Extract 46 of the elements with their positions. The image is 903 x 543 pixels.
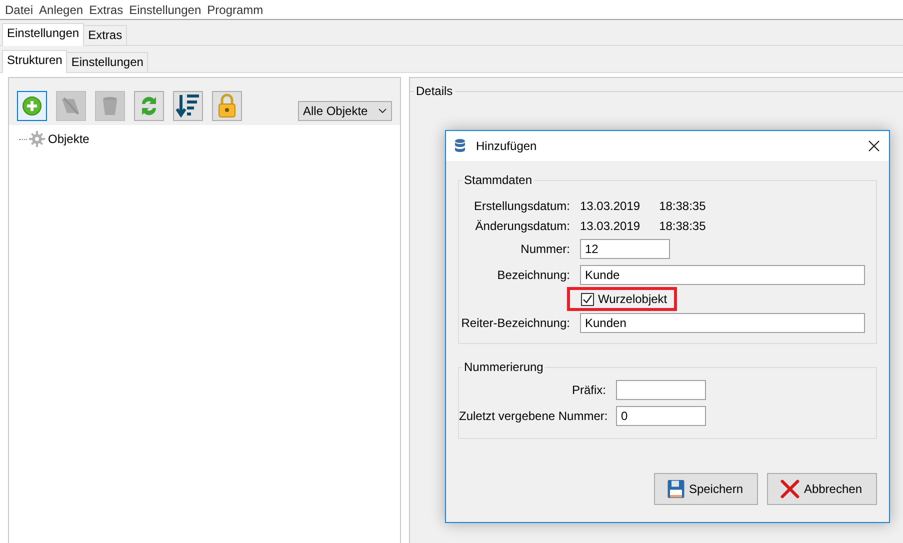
input-field[interactable] [616,380,706,400]
date-value: 13.03.2019 [580,199,640,213]
panel-title: Details [415,84,454,98]
date-value: 13.03.2019 [580,219,640,233]
tab[interactable]: Einstellungen [2,23,84,46]
database-icon [454,138,468,154]
group-title: Stammdaten [463,173,534,187]
input-field[interactable]: Kunden [580,313,865,333]
tree-item[interactable]: Objekte [48,132,90,146]
lock-button[interactable] [212,91,242,121]
save-button[interactable]: Speichern [654,473,758,505]
tab[interactable]: Einstellungen [66,52,148,72]
menu-item[interactable]: Einstellungen [126,2,204,16]
gear-icon [29,131,45,147]
padlock-icon [216,93,238,119]
chevron-down-icon [378,108,387,114]
field-label: Reiter-Bezeichnung: [460,316,570,330]
checkbox[interactable] [581,292,594,306]
time-value: 18:38:35 [659,199,706,213]
sort-button[interactable] [173,91,203,121]
field-label: Änderungsdatum: [474,219,570,233]
time-value: 18:38:35 [659,219,706,233]
menu-item[interactable]: Anlegen [36,2,86,16]
tab[interactable]: Extras [83,25,128,45]
checkbox-label: Wurzelobjekt [598,292,668,306]
filter-dropdown[interactable]: Alle Objekte [298,101,392,121]
input-field[interactable]: 12 [580,239,670,259]
field-label: Zuletzt vergebene Nummer: [459,409,606,423]
field-label: Präfix: [570,383,606,397]
field-label: Nummer: [520,242,570,256]
menu-item[interactable]: Datei [2,2,36,16]
dialog-title: Hinzufügen [476,139,538,153]
refresh-button[interactable] [134,91,164,121]
close-icon [868,140,880,152]
cancel-button[interactable]: Abbrechen [767,473,877,505]
add-button[interactable] [17,91,47,121]
sort-icon [175,93,201,119]
menu-item[interactable]: Extras [86,2,126,16]
input-field[interactable]: Kunde [580,265,865,285]
menu-item[interactable]: Programm [204,2,266,16]
add-icon [21,95,43,117]
group-title: Nummerierung [463,360,544,374]
input-field[interactable]: 0 [616,406,706,426]
field-label: Bezeichnung: [496,268,570,282]
field-label: Erstellungsdatum: [472,199,570,213]
tab[interactable]: Strukturen [2,50,68,73]
